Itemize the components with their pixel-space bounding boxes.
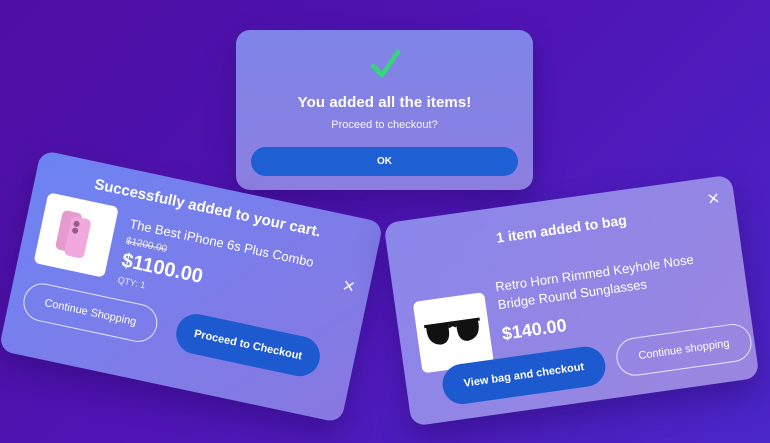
product-image-phone: [33, 192, 119, 278]
proceed-to-checkout-button[interactable]: Proceed to Checkout: [172, 310, 324, 380]
close-icon[interactable]: ✕: [706, 188, 722, 210]
continue-shopping-button[interactable]: Continue Shopping: [19, 279, 161, 346]
confirmation-dialog: You added all the items! Proceed to chec…: [236, 30, 533, 190]
phone-icon: [55, 210, 91, 259]
ok-button[interactable]: OK: [251, 147, 518, 176]
sunglasses-icon: [424, 317, 480, 345]
confirmation-subtitle: Proceed to checkout?: [331, 119, 438, 131]
product-name[interactable]: Retro Horn Rimmed Keyhole Nose Bridge Ro…: [494, 249, 707, 314]
check-icon: [236, 40, 533, 88]
confirmation-title: You added all the items!: [297, 94, 472, 111]
product-price: $140.00: [500, 315, 568, 344]
close-icon[interactable]: ✕: [340, 276, 357, 298]
product-qty: QTY: 1: [116, 274, 147, 291]
bag-added-dialog: 1 item added to bag ✕ Retro Horn Rimmed …: [383, 174, 760, 427]
continue-shopping-button[interactable]: Continue shopping: [613, 321, 754, 379]
cart-added-dialog: Successfully added to your cart. ✕ The B…: [0, 149, 384, 424]
